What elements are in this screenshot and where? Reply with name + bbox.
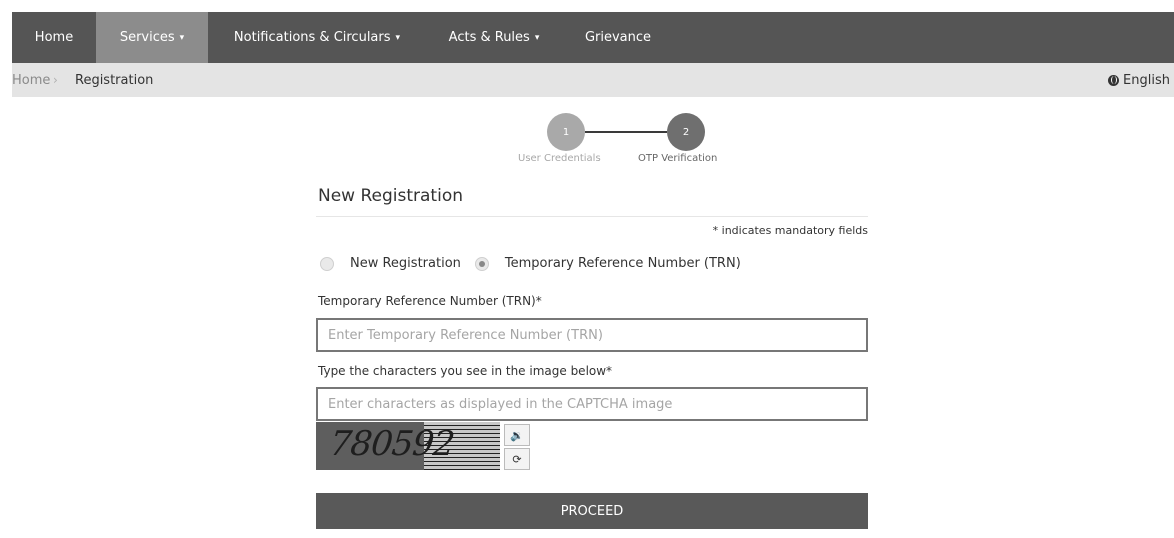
- nav-acts-rules-label: Acts & Rules: [448, 30, 530, 45]
- breadcrumb-separator: ›: [53, 73, 58, 87]
- language-selector[interactable]: English: [1108, 73, 1170, 88]
- breadcrumb-current: Registration: [75, 72, 154, 88]
- step-1-label: User Credentials: [518, 153, 601, 164]
- captcha-label: Type the characters you see in the image…: [318, 364, 613, 378]
- registration-type-radio-group: New Registration Temporary Reference Num…: [320, 256, 755, 271]
- breadcrumb: Home › Registration English: [12, 63, 1174, 97]
- captcha-image: 780592: [316, 422, 500, 470]
- mandatory-note: * indicates mandatory fields: [712, 224, 868, 237]
- step-1-number: 1: [562, 126, 570, 138]
- top-spacer: [0, 0, 1174, 12]
- step-2-circle: 2: [667, 113, 705, 151]
- captcha-text: 780592: [327, 424, 456, 464]
- radio-trn-label[interactable]: Temporary Reference Number (TRN): [505, 256, 741, 271]
- step-1-circle: 1: [547, 113, 585, 151]
- stepper-connector: [585, 131, 667, 133]
- title-divider: [316, 216, 868, 217]
- form-title: New Registration: [318, 186, 463, 206]
- main-navbar: Home Services ▾ Notifications & Circular…: [12, 12, 1174, 63]
- proceed-label: PROCEED: [560, 503, 624, 519]
- step-2-label: OTP Verification: [638, 153, 718, 164]
- breadcrumb-home[interactable]: Home: [12, 73, 50, 88]
- nav-services[interactable]: Services ▾: [96, 12, 208, 63]
- proceed-button[interactable]: PROCEED: [316, 493, 868, 529]
- captcha-refresh-button[interactable]: ⟳: [504, 448, 530, 470]
- caret-down-icon: ▾: [534, 32, 540, 43]
- registration-stepper: 1 2 User Credentials OTP Verification: [510, 113, 750, 173]
- radio-new-registration[interactable]: [320, 256, 334, 271]
- step-2-number: 2: [682, 126, 690, 138]
- nav-grievance-label: Grievance: [584, 30, 652, 45]
- language-label: English: [1123, 72, 1170, 88]
- captcha-input[interactable]: [316, 387, 868, 421]
- speaker-icon: 🔉: [510, 428, 524, 442]
- nav-notifications[interactable]: Notifications & Circulars ▾: [208, 12, 426, 63]
- refresh-icon: ⟳: [512, 452, 522, 466]
- radio-trn[interactable]: [474, 256, 489, 271]
- nav-grievance[interactable]: Grievance: [562, 12, 674, 63]
- radio-new-registration-label[interactable]: New Registration: [350, 256, 461, 271]
- captcha-audio-button[interactable]: 🔉: [504, 424, 530, 446]
- nav-services-label: Services: [119, 30, 175, 45]
- globe-icon: [1108, 74, 1120, 86]
- nav-home-label: Home: [34, 30, 74, 45]
- trn-label: Temporary Reference Number (TRN)*: [318, 294, 542, 308]
- nav-notifications-label: Notifications & Circulars: [233, 30, 391, 45]
- nav-acts-rules[interactable]: Acts & Rules ▾: [426, 12, 562, 63]
- trn-input[interactable]: [316, 318, 868, 352]
- nav-home[interactable]: Home: [12, 12, 96, 63]
- caret-down-icon: ▾: [395, 32, 401, 43]
- caret-down-icon: ▾: [179, 32, 185, 43]
